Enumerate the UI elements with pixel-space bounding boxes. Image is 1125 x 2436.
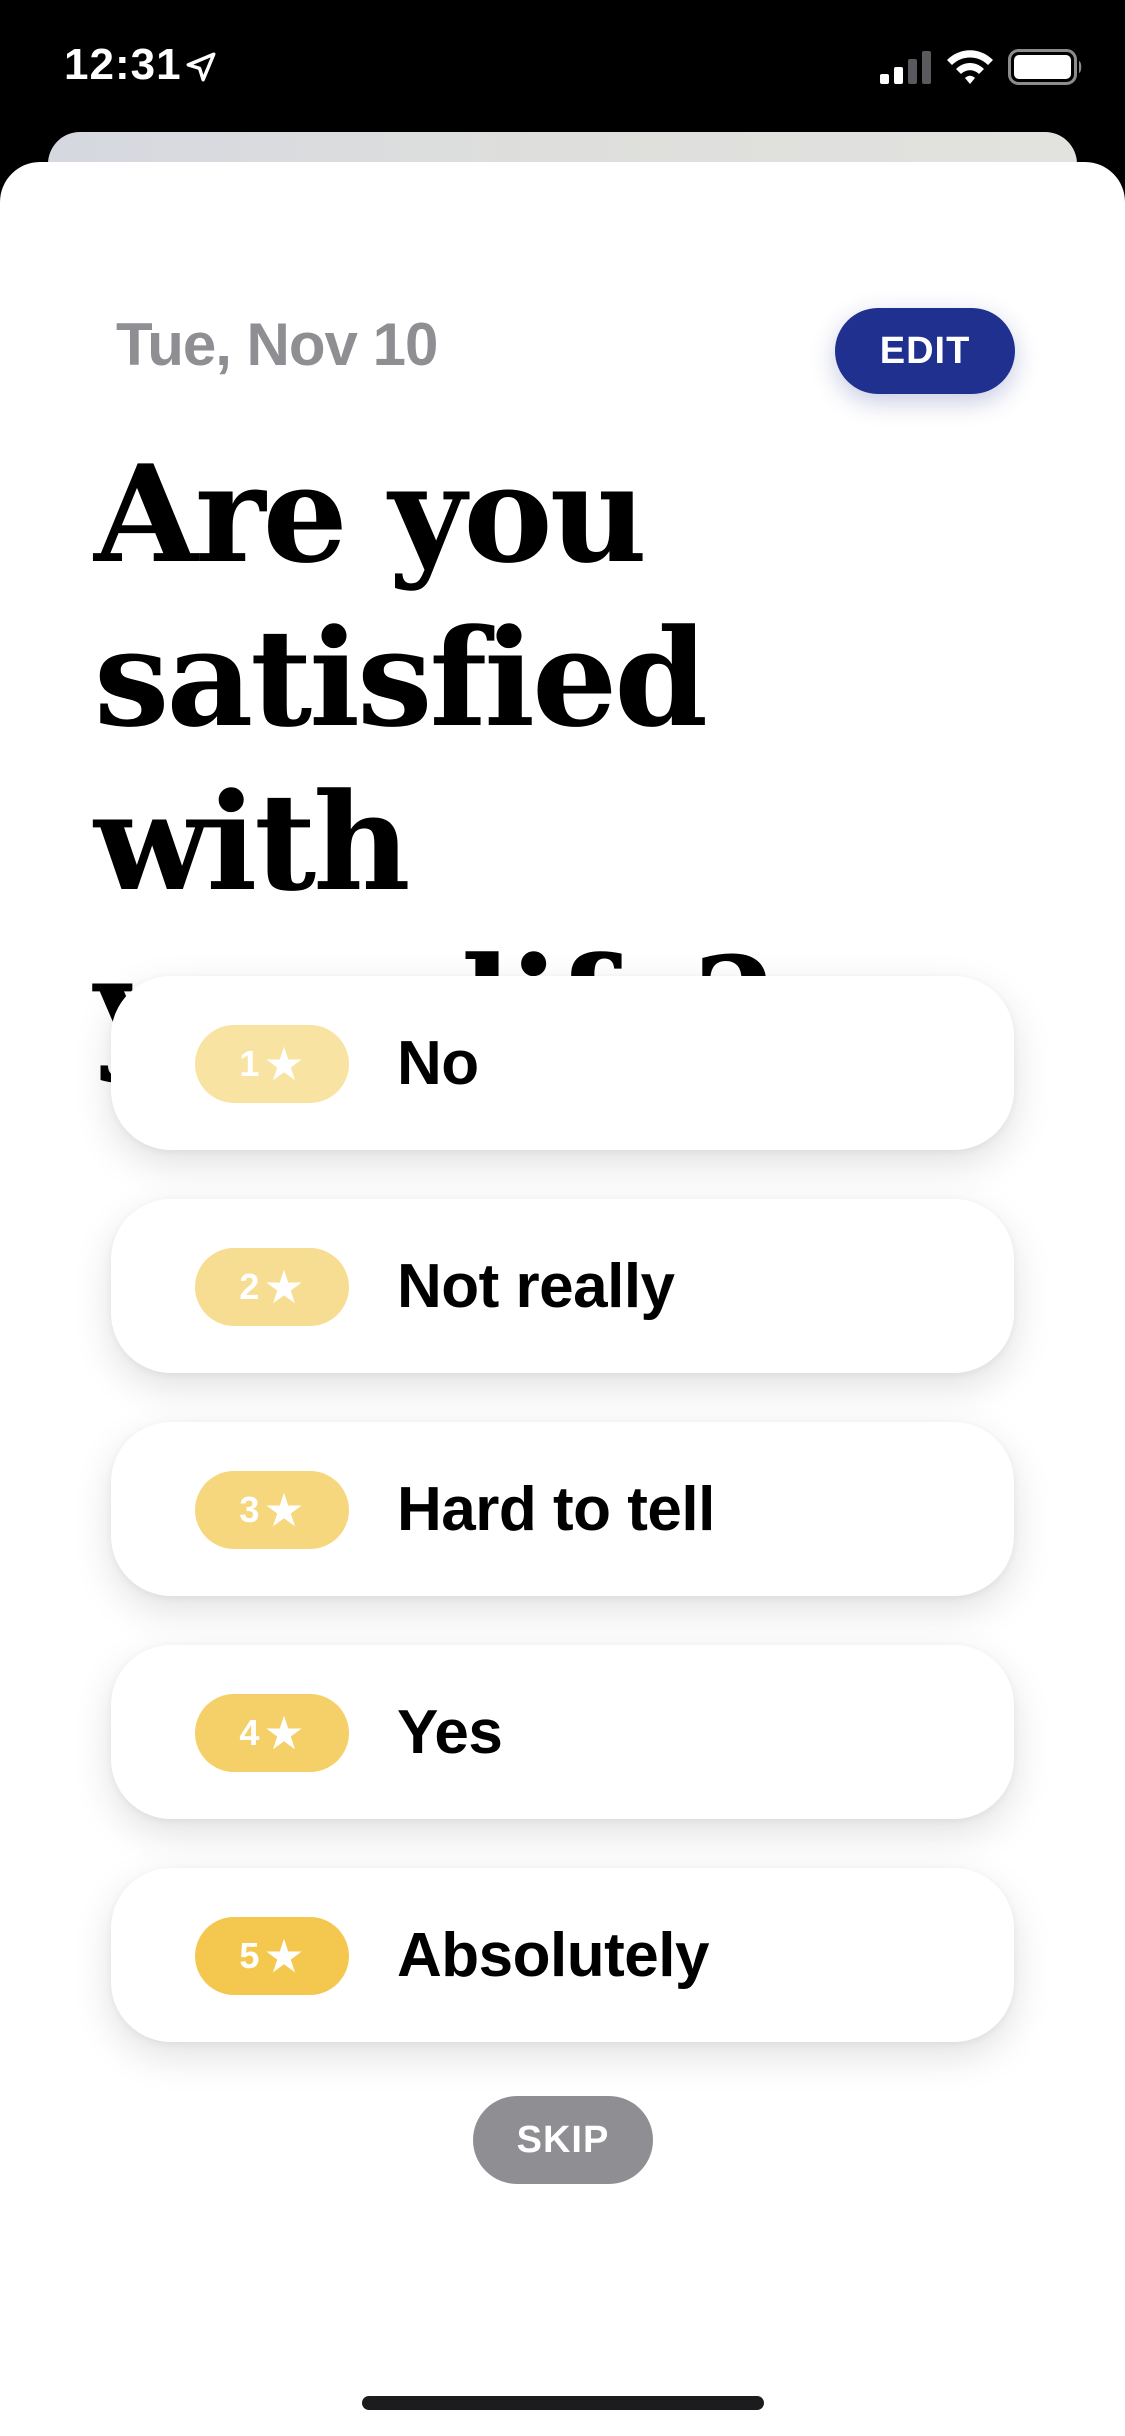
rating-badge: 3 ★: [195, 1471, 349, 1549]
answer-option-yes[interactable]: 4 ★ Yes: [111, 1645, 1014, 1819]
rating-badge: 2 ★: [195, 1248, 349, 1326]
option-label: Yes: [397, 1697, 503, 1767]
star-icon: ★: [263, 1261, 305, 1313]
star-icon: ★: [263, 1930, 305, 1982]
option-label: No: [397, 1028, 479, 1098]
answer-option-not-really[interactable]: 2 ★ Not really: [111, 1199, 1014, 1373]
wifi-icon: [947, 50, 993, 84]
option-label: Absolutely: [397, 1920, 709, 1990]
battery-icon: [1008, 49, 1082, 85]
rating-badge: 5 ★: [195, 1917, 349, 1995]
location-arrow-icon: [186, 52, 216, 82]
edit-button[interactable]: EDIT: [835, 308, 1015, 394]
question-line: satisfied with: [94, 599, 708, 921]
star-icon: ★: [263, 1707, 305, 1759]
status-time: 12:31: [64, 40, 182, 89]
cellular-signal-icon: [880, 51, 931, 84]
question-sheet: Tue, Nov 10 EDIT Are you satisfied with …: [0, 162, 1125, 2436]
option-label: Hard to tell: [397, 1474, 715, 1544]
status-bar: 12:31: [0, 0, 1125, 135]
rating-number: 2: [239, 1266, 260, 1307]
question-line: Are you: [94, 435, 647, 593]
date-label: Tue, Nov 10: [116, 311, 438, 378]
answer-options: 1 ★ No 2 ★ Not really 3 ★ Hard to tell 4…: [111, 976, 1014, 2091]
rating-number: 1: [239, 1043, 260, 1084]
rating-badge: 4 ★: [195, 1694, 349, 1772]
answer-option-absolutely[interactable]: 5 ★ Absolutely: [111, 1868, 1014, 2042]
home-indicator[interactable]: [362, 2396, 764, 2410]
rating-number: 3: [239, 1489, 260, 1530]
answer-option-no[interactable]: 1 ★ No: [111, 976, 1014, 1150]
rating-number: 4: [239, 1712, 260, 1753]
option-label: Not really: [397, 1251, 675, 1321]
star-icon: ★: [263, 1484, 305, 1536]
rating-number: 5: [239, 1935, 260, 1976]
skip-button[interactable]: SKIP: [473, 2096, 653, 2184]
rating-badge: 1 ★: [195, 1025, 349, 1103]
star-icon: ★: [263, 1038, 305, 1090]
app-screen: 12:31 Tue, Nov 10 EDIT Are you satisfied…: [0, 0, 1125, 2436]
answer-option-hard-to-tell[interactable]: 3 ★ Hard to tell: [111, 1422, 1014, 1596]
